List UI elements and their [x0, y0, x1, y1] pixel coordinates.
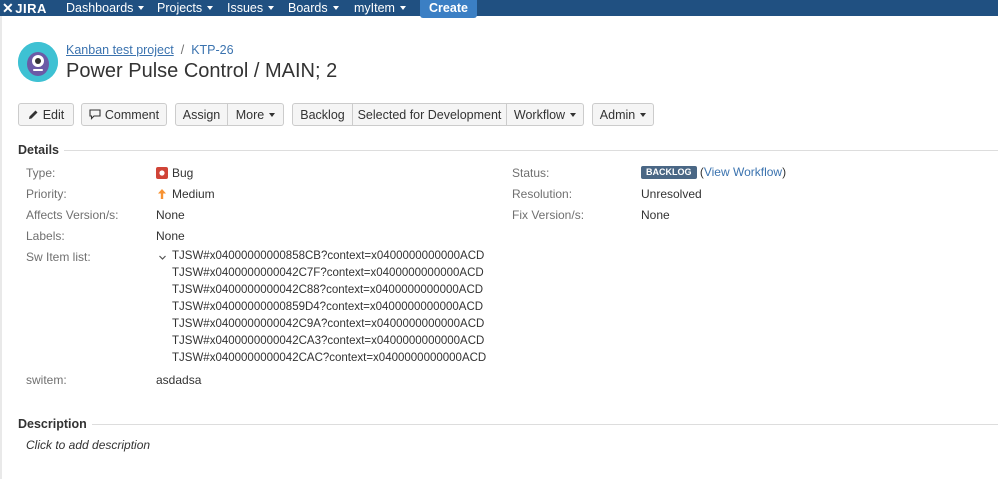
description-divider — [92, 424, 998, 425]
status-lozenge: BACKLOG — [641, 166, 697, 180]
chevron-down-icon — [269, 112, 276, 117]
sw-item: TJSW#x04000000000859D4?context=x04000000… — [172, 301, 484, 313]
chevron-down-icon — [268, 5, 275, 10]
comment-icon — [89, 109, 101, 121]
view-workflow-link[interactable]: View Workflow — [704, 165, 782, 179]
affects-version-value: None — [156, 208, 185, 222]
breadcrumb-project-link[interactable]: Kanban test project — [66, 43, 174, 57]
bug-icon — [156, 167, 168, 179]
priority-value: Medium — [156, 187, 215, 201]
chevron-down-icon — [332, 5, 339, 10]
sw-item: TJSW#x0400000000042C7F?context=x04000000… — [172, 267, 484, 279]
type-label: Type: — [26, 166, 56, 180]
create-button[interactable]: Create — [420, 0, 477, 18]
priority-label: Priority: — [26, 187, 67, 201]
chevron-down-icon — [138, 5, 145, 10]
top-nav: ✕JIRA Dashboards Projects Issues Boards … — [0, 0, 998, 18]
labels-value: None — [156, 229, 185, 243]
arrow-up-icon — [158, 189, 166, 199]
page-left-border — [0, 16, 2, 479]
breadcrumb: Kanban test project / KTP-26 — [66, 43, 234, 57]
comment-button[interactable]: Comment — [81, 103, 167, 126]
details-heading: Details — [18, 143, 59, 157]
type-value: Bug — [156, 166, 193, 180]
nav-boards[interactable]: Boards — [288, 0, 339, 16]
admin-button[interactable]: Admin — [592, 103, 654, 126]
switem-label: switem: — [26, 373, 67, 387]
monster-avatar-icon — [18, 42, 58, 82]
sw-item-list-label: Sw Item list: — [26, 250, 91, 264]
status-label: Status: — [512, 166, 550, 180]
affects-version-label: Affects Version/s: — [26, 208, 119, 222]
chevron-down-icon — [399, 5, 406, 10]
sw-item: TJSW#x04000000000858CB?context=x04000000… — [172, 250, 485, 262]
nav-projects[interactable]: Projects — [157, 0, 214, 16]
fix-version-label: Fix Version/s: — [512, 208, 585, 222]
collapse-chevron-icon[interactable] — [158, 253, 167, 262]
edit-button[interactable]: Edit — [18, 103, 74, 126]
chevron-down-icon — [570, 112, 577, 117]
page-title: Power Pulse Control / MAIN; 2 — [66, 60, 338, 82]
assign-button[interactable]: Assign — [175, 103, 228, 126]
fix-version-value: None — [641, 208, 670, 222]
sw-item: TJSW#x0400000000042C88?context=x04000000… — [172, 284, 484, 296]
sw-item: TJSW#x0400000000042C9A?context=x04000000… — [172, 318, 485, 330]
details-divider — [64, 150, 998, 151]
switem-value: asdadsa — [156, 373, 202, 387]
description-heading: Description — [18, 417, 87, 431]
nav-dashboards[interactable]: Dashboards — [66, 0, 145, 16]
selected-for-development-button[interactable]: Selected for Development — [353, 103, 507, 126]
backlog-button[interactable]: Backlog — [292, 103, 353, 126]
description-placeholder[interactable]: Click to add description — [26, 438, 150, 452]
chevron-down-icon — [207, 5, 214, 10]
project-avatar[interactable] — [18, 42, 58, 82]
more-button[interactable]: More — [228, 103, 284, 126]
jira-logo[interactable]: ✕JIRA — [2, 0, 47, 16]
nav-issues[interactable]: Issues — [227, 0, 275, 16]
status-value: BACKLOG (View Workflow) — [641, 165, 786, 180]
resolution-value: Unresolved — [641, 187, 702, 201]
breadcrumb-issue-key[interactable]: KTP-26 — [191, 43, 233, 57]
sw-item: TJSW#x0400000000042CAC?context=x04000000… — [172, 352, 487, 364]
labels-label: Labels: — [26, 229, 65, 243]
sw-item: TJSW#x0400000000042CA3?context=x04000000… — [172, 335, 485, 347]
workflow-button[interactable]: Workflow — [507, 103, 584, 126]
resolution-label: Resolution: — [512, 187, 573, 201]
pencil-icon — [28, 110, 38, 120]
nav-myitem[interactable]: myItem — [354, 0, 406, 16]
breadcrumb-separator: / — [180, 43, 185, 57]
chevron-down-icon — [640, 112, 647, 117]
